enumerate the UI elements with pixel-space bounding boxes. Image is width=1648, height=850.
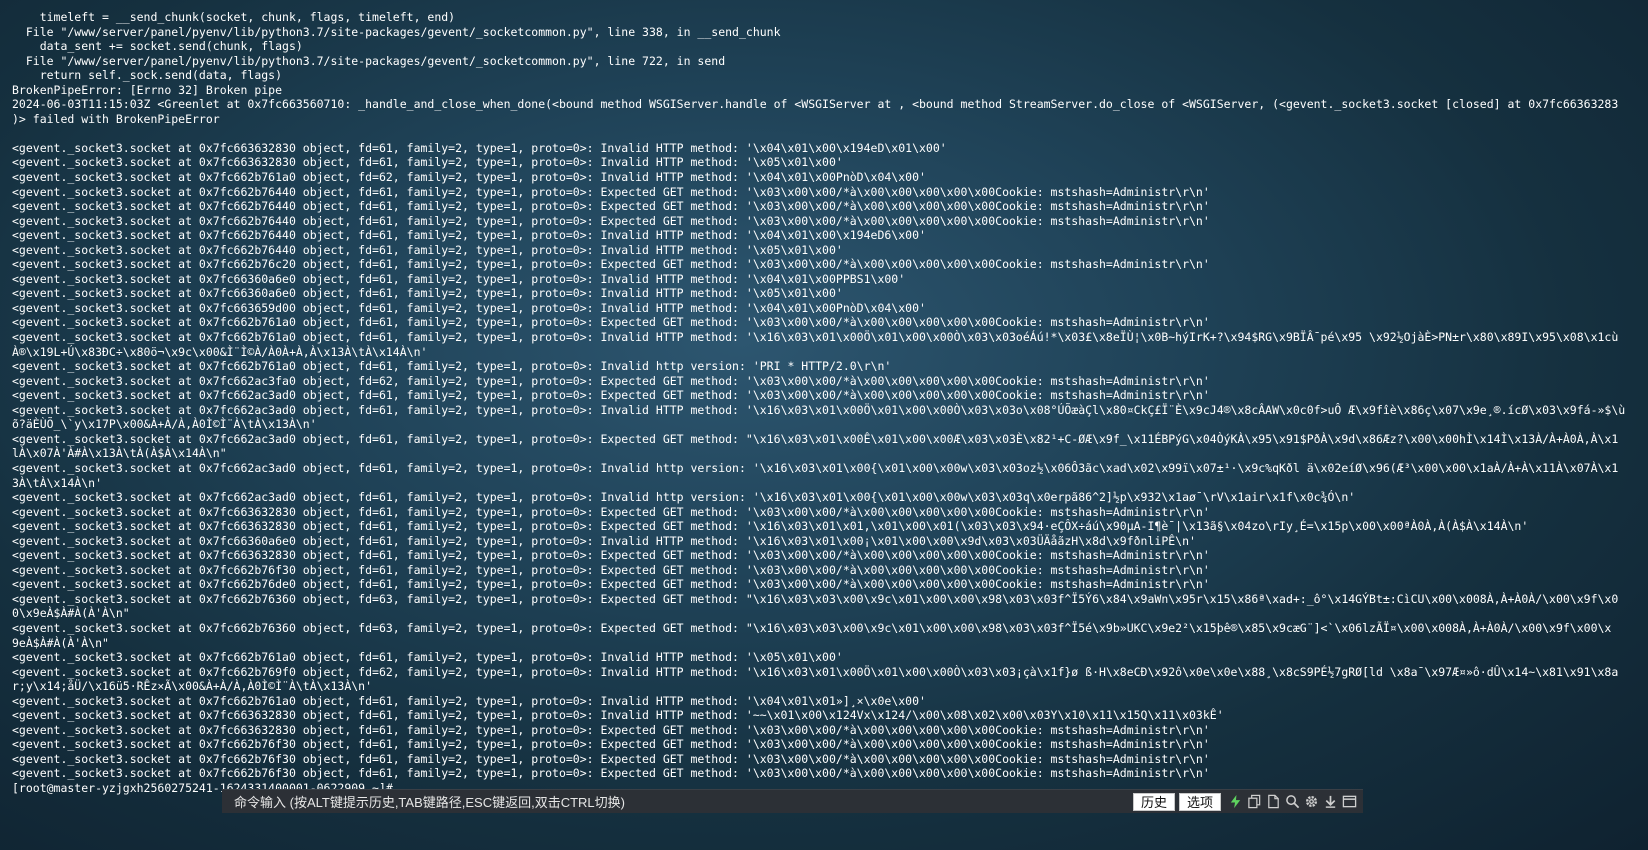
lightning-icon[interactable]	[1227, 794, 1243, 810]
terminal-line: <gevent._socket3.socket at 0x7fc662b761a…	[12, 170, 926, 185]
terminal-line: data_sent += socket.send(chunk, flags)	[12, 39, 303, 54]
terminal-line: timeleft = __send_chunk(socket, chunk, f…	[12, 10, 456, 24]
terminal-line: <gevent._socket3.socket at 0x7fc662b7644…	[12, 199, 1210, 214]
terminal-lines: timeleft = __send_chunk(socket, chunk, f…	[12, 10, 1642, 796]
copy-icon[interactable]	[1246, 794, 1262, 810]
options-button[interactable]: 选项	[1178, 792, 1221, 811]
command-input-bar[interactable]: 命令输入 (按ALT键提示历史,TAB键路径,ESC键返回,双击CTRL切换) …	[222, 789, 1363, 813]
terminal-line: <gevent._socket3.socket at 0x7fc662b761a…	[12, 650, 843, 665]
terminal-line: r;y\x14;åÜ/\x16ü5·RÊz×Ã\x00&À+À/À,À0Ì©Ì¨…	[12, 679, 373, 694]
terminal-line: <gevent._socket3.socket at 0x7fc662b7636…	[12, 620, 1612, 635]
toolbar-icons	[1225, 794, 1363, 810]
terminal-line: <gevent._socket3.socket at 0x7fc662ac3fa…	[12, 373, 1210, 388]
terminal-line: <gevent._socket3.socket at 0x7fc662b7644…	[12, 228, 926, 243]
terminal-line: <gevent._socket3.socket at 0x7fc66363283…	[12, 155, 843, 170]
terminal-line: 2024-06-03T11:15:03Z <Greenlet at 0x7fc6…	[12, 97, 1619, 112]
terminal-line: <gevent._socket3.socket at 0x7fc662b76de…	[12, 577, 1210, 592]
terminal-line: )> failed with BrokenPipeError	[12, 111, 220, 126]
terminal-line: lÀ\x07À'À#À\x13À\tÀ(À$À\x14À\n"	[12, 446, 227, 461]
download-icon[interactable]	[1322, 794, 1338, 810]
history-button[interactable]: 历史	[1132, 792, 1175, 811]
terminal-line: <gevent._socket3.socket at 0x7fc66363283…	[12, 504, 1210, 519]
terminal-line: return self._sock.send(data, flags)	[12, 68, 283, 83]
terminal-line: <gevent._socket3.socket at 0x7fc662b7644…	[12, 242, 843, 257]
terminal-line: õ?äÈÙÕ_\`y\x17P\x00&À+À/À,À0Ì©Ì¨À\tÀ\x13…	[12, 417, 317, 432]
terminal-line: <gevent._socket3.socket at 0x7fc662ac3ad…	[12, 388, 1210, 403]
terminal-line: <gevent._socket3.socket at 0x7fc662b76f3…	[12, 766, 1210, 781]
terminal-line: <gevent._socket3.socket at 0x7fc66360a6e…	[12, 286, 843, 301]
terminal-line: 0\x9eÀ$À#À(À'À\n"	[12, 606, 130, 621]
terminal-line: <gevent._socket3.socket at 0x7fc662b7644…	[12, 213, 1210, 228]
terminal-line: <gevent._socket3.socket at 0x7fc662b761a…	[12, 693, 926, 708]
terminal-line: BrokenPipeError: [Errno 32] Broken pipe	[12, 82, 283, 97]
terminal-line: <gevent._socket3.socket at 0x7fc662ac3ad…	[12, 460, 1619, 475]
terminal-line: <gevent._socket3.socket at 0x7fc662b76f3…	[12, 737, 1210, 752]
terminal-line: <gevent._socket3.socket at 0x7fc662b761a…	[12, 359, 892, 374]
search-icon[interactable]	[1284, 794, 1300, 810]
terminal-line: <gevent._socket3.socket at 0x7fc662ac3ad…	[12, 402, 1626, 417]
terminal-line: File "/www/server/panel/pyenv/lib/python…	[12, 24, 781, 39]
terminal-line: <gevent._socket3.socket at 0x7fc662ac3ad…	[12, 431, 1619, 446]
terminal-line: 9eÀ$À#À(À'À\n"	[12, 635, 109, 650]
terminal-line: <gevent._socket3.socket at 0x7fc66363283…	[12, 722, 1210, 737]
terminal-line: <gevent._socket3.socket at 0x7fc662b76c2…	[12, 257, 1210, 272]
terminal-line: <gevent._socket3.socket at 0x7fc66363283…	[12, 140, 947, 155]
terminal-line: <gevent._socket3.socket at 0x7fc66360a6e…	[12, 533, 1196, 548]
terminal-line: <gevent._socket3.socket at 0x7fc662ac3ad…	[12, 490, 1356, 505]
terminal-line: <gevent._socket3.socket at 0x7fc662b761a…	[12, 330, 1619, 345]
gear-icon[interactable]	[1303, 794, 1319, 810]
terminal-line: 3À\tÀ\x14À\n'	[12, 475, 103, 490]
terminal-line: <gevent._socket3.socket at 0x7fc66360a6e…	[12, 271, 906, 286]
terminal-line: <gevent._socket3.socket at 0x7fc663659d0…	[12, 300, 926, 315]
terminal-line: <gevent._socket3.socket at 0x7fc66363283…	[12, 519, 1529, 534]
terminal-line: <gevent._socket3.socket at 0x7fc66363283…	[12, 708, 1224, 723]
terminal-line: <gevent._socket3.socket at 0x7fc662b7644…	[12, 184, 1210, 199]
terminal-output[interactable]: timeleft = __send_chunk(socket, chunk, f…	[0, 0, 1648, 826]
terminal-line: À®\x19L+Ú\x83ÐC÷\x80ö¬\x9c\x00&Ì¨Ì©À/À0À…	[12, 344, 428, 359]
window-icon[interactable]	[1341, 794, 1357, 810]
terminal-line: <gevent._socket3.socket at 0x7fc662b769f…	[12, 664, 1619, 679]
document-icon[interactable]	[1265, 794, 1281, 810]
terminal-line: <gevent._socket3.socket at 0x7fc66363283…	[12, 548, 1210, 563]
terminal-line: <gevent._socket3.socket at 0x7fc662b761a…	[12, 315, 1210, 330]
terminal-line: File "/www/server/panel/pyenv/lib/python…	[12, 53, 726, 68]
command-input-hint[interactable]: 命令输入 (按ALT键提示历史,TAB键路径,ESC键返回,双击CTRL切换)	[222, 792, 1133, 811]
terminal-line: <gevent._socket3.socket at 0x7fc662b76f3…	[12, 562, 1210, 577]
terminal-line: <gevent._socket3.socket at 0x7fc662b76f3…	[12, 751, 1210, 766]
terminal-line: <gevent._socket3.socket at 0x7fc662b7636…	[12, 591, 1619, 606]
